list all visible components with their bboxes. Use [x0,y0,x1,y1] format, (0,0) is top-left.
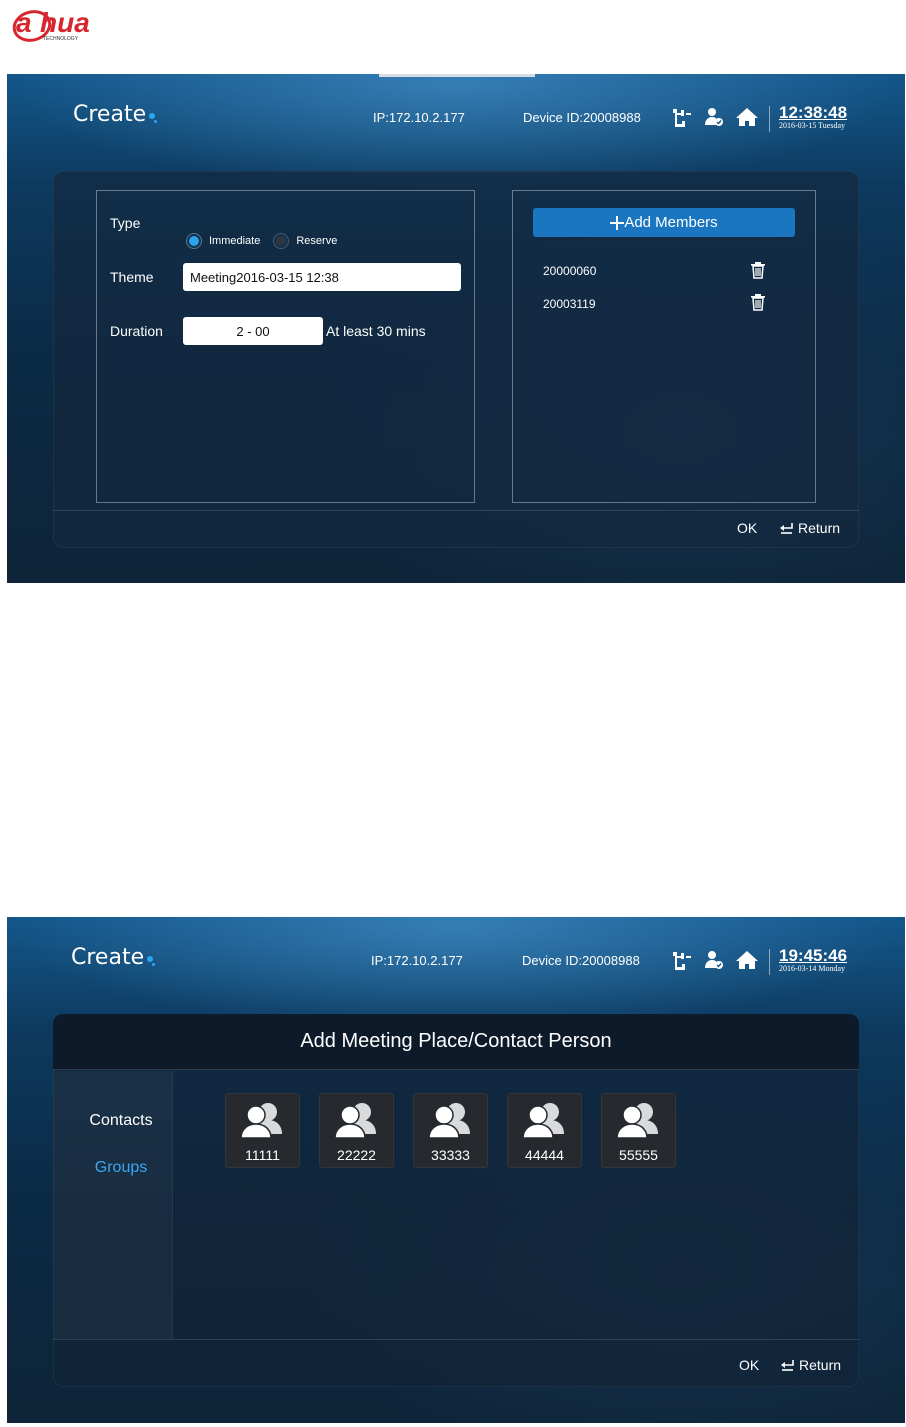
duration-hint: At least 30 mins [326,323,426,339]
footer-divider [53,510,859,511]
group-tile[interactable]: 55555 [601,1093,676,1168]
home-icon[interactable] [735,949,759,971]
reserve-label[interactable]: Reserve [296,235,337,247]
group-tile[interactable]: 44444 [507,1093,582,1168]
member-item[interactable]: 20003119 [543,297,596,311]
group-tiles: 11111 22222 33333 44444 55555 [225,1093,676,1168]
group-label: 11111 [245,1147,280,1163]
network-icon[interactable] [671,106,693,128]
clock-time: 19:45:46 [779,946,848,965]
return-button[interactable]: Return [779,1357,841,1373]
ip-address: IP:172.10.2.177 [373,110,465,125]
group-label: 55555 [619,1147,658,1163]
group-icon [428,1103,470,1139]
dialog-title: Add Meeting Place/Contact Person [53,1014,859,1070]
plus-icon [610,215,625,230]
svg-text:hua: hua [40,7,90,38]
clock-time: 12:38:48 [779,103,848,122]
group-tile[interactable]: 11111 [225,1093,300,1168]
network-icon[interactable] [671,949,693,971]
ip-address: IP:172.10.2.177 [371,953,463,968]
header-divider [769,106,770,132]
reserve-radio[interactable] [276,236,287,246]
status-icons [671,106,759,128]
meeting-panel: Type Immediate Reserve Theme Meeting2016… [53,171,859,548]
group-icon [522,1103,564,1139]
add-members-button[interactable]: Add Members [533,208,795,237]
app-title: Create [71,945,156,970]
group-label: 33333 [431,1147,470,1163]
type-radio-group: Immediate Reserve [189,235,337,247]
sidebar-item-contacts[interactable]: Contacts [53,1112,189,1130]
sidebar-item-groups[interactable]: Groups [53,1159,189,1177]
meeting-form: Type Immediate Reserve Theme Meeting2016… [96,190,475,503]
duration-input[interactable]: 2 - 00 [183,317,323,345]
group-label: 44444 [525,1147,564,1163]
group-tile[interactable]: 33333 [413,1093,488,1168]
add-contact-screen: Create IP:172.10.2.177 Device ID:2000898… [7,917,905,1423]
header-divider [769,949,770,975]
add-contact-dialog: Add Meeting Place/Contact Person Contact… [53,1014,859,1387]
top-indicator [379,74,535,77]
svg-text:a: a [16,7,32,38]
trash-icon[interactable] [750,261,766,283]
group-icon [616,1103,658,1139]
group-label: 22222 [337,1147,376,1163]
members-panel: Add Members 20000060 20003119 [512,190,816,503]
status-icons [671,949,759,971]
theme-input[interactable]: Meeting2016-03-15 12:38 [183,263,461,291]
clock-date: 2016-03-14 Monday [779,964,845,973]
device-id: Device ID:20008988 [523,110,641,125]
device-id: Device ID:20008988 [522,953,640,968]
return-icon [780,523,793,534]
ok-button[interactable]: OK [739,1357,759,1373]
app-title: Create [73,102,158,127]
immediate-label[interactable]: Immediate [209,235,260,247]
duration-label: Duration [110,323,163,339]
group-tile[interactable]: 22222 [319,1093,394,1168]
ok-button[interactable]: OK [737,520,757,536]
create-meeting-screen: Create IP:172.10.2.177 Device ID:2000898… [7,74,905,583]
trash-icon[interactable] [750,293,766,315]
svg-text:TECHNOLOGY: TECHNOLOGY [43,36,79,42]
dahua-logo: a hua TECHNOLOGY [10,4,130,44]
return-button[interactable]: Return [778,520,840,536]
user-status-icon[interactable] [703,949,725,971]
footer-divider [53,1339,859,1340]
type-label: Type [110,215,141,231]
home-icon[interactable] [735,106,759,128]
member-item[interactable]: 20000060 [543,264,596,278]
group-icon [240,1103,282,1139]
immediate-radio[interactable] [189,236,199,246]
clock-date: 2016-03-15 Tuesday [779,121,846,130]
group-icon [334,1103,376,1139]
return-icon [781,1360,794,1371]
user-status-icon[interactable] [703,106,725,128]
theme-label: Theme [110,269,154,285]
